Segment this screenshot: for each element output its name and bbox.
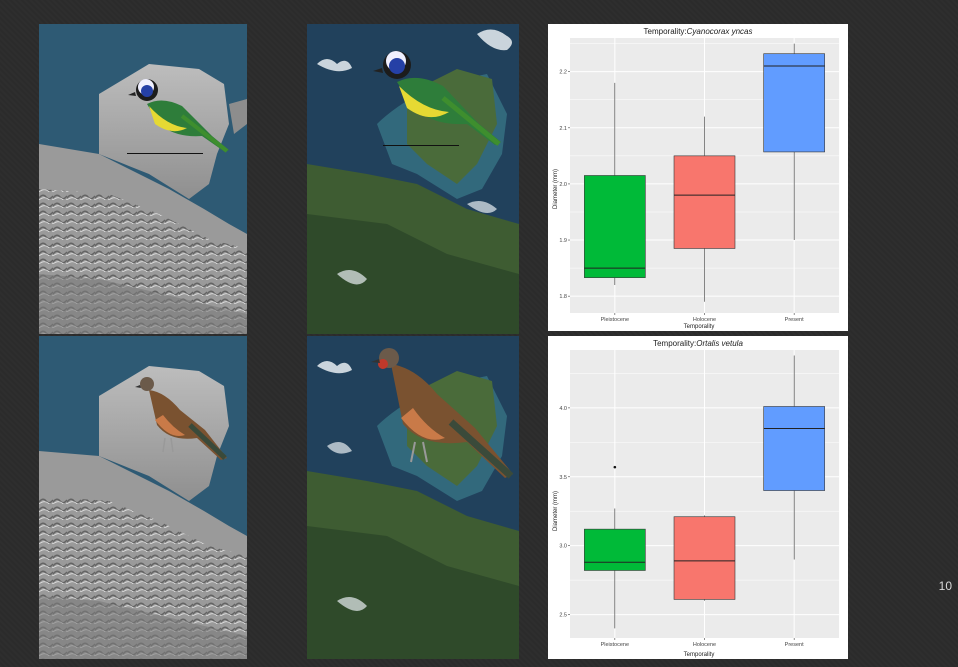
box-holocene: [673, 515, 736, 601]
box-body: [763, 406, 825, 491]
relief-map-bottom: [39, 336, 247, 659]
x-tick-label: Present: [785, 317, 804, 323]
plot-area: 1.8 1.9 2.0 2.1 2.2 Pleistocene Holocene Presen…: [559, 38, 839, 323]
chart-title-species: Ortalis vetula: [696, 339, 743, 348]
y-tick-label: 2.5: [559, 613, 567, 619]
chart-panel-top: 1.8 1.9 2.0 2.1 2.2 Pleistocene Holocene Presen…: [548, 24, 848, 331]
y-tick-label: 1.8: [559, 294, 567, 300]
green-jay-illustration: [128, 79, 229, 153]
satellite-map-top: [307, 24, 519, 334]
chart-title-prefix: Temporality:: [653, 339, 696, 348]
green-jay-illustration: [373, 51, 501, 146]
y-tick-label: 3.0: [559, 544, 567, 550]
x-tick-label: Pleistocene: [601, 317, 629, 323]
boxplot-ortalis: 2.5 3.0 3.5 4.0 Pleistocene Holocene Present T…: [553, 339, 839, 658]
box-body: [673, 516, 736, 600]
boxplot-cyanocorax: 1.8 1.9 2.0 2.1 2.2 Pleistocene Holocene Presen…: [553, 27, 839, 330]
x-axis-label: Temporality: [684, 652, 715, 658]
y-tick-label: 1.9: [559, 238, 567, 244]
x-tick-label: Holocene: [693, 317, 716, 323]
y-tick-label: 3.5: [559, 475, 567, 481]
relief-map-top-graphic: [39, 64, 247, 334]
y-axis-label: Diameter (mm): [553, 169, 559, 209]
page-number: 10: [938, 579, 952, 593]
x-tick-label: Pleistocene: [601, 642, 629, 648]
chart-title: Temporality:Ortalis vetula: [653, 339, 743, 348]
y-axis-label: Diameter (mm): [553, 491, 559, 531]
box-body: [584, 528, 646, 571]
y-tick-label: 2.1: [559, 126, 567, 132]
satellite-map-bottom: [307, 336, 519, 659]
scale-bar: [127, 153, 203, 154]
chart-panel-bottom: 2.5 3.0 3.5 4.0 Pleistocene Holocene Present T…: [548, 336, 848, 659]
y-tick-label: 2.2: [559, 70, 567, 76]
x-tick-label: Holocene: [693, 642, 716, 648]
y-tick-label: 2.0: [559, 182, 567, 188]
outlier-point: [613, 465, 617, 469]
x-axis-label: Temporality: [684, 324, 715, 330]
y-tick-label: 4.0: [559, 406, 567, 412]
box-body: [763, 53, 825, 153]
chachalaca-illustration: [371, 348, 514, 479]
plot-area: 2.5 3.0 3.5 4.0 Pleistocene Holocene Present: [559, 350, 839, 648]
relief-map-top: [39, 24, 247, 334]
chart-title-species: Cyanocorax yncas: [687, 27, 753, 36]
x-tick-label: Present: [785, 642, 804, 648]
chachalaca-illustration: [135, 377, 227, 460]
chart-title-prefix: Temporality:: [644, 27, 687, 36]
box-body: [673, 155, 736, 249]
scale-bar: [383, 145, 459, 146]
chart-title: Temporality:Cyanocorax yncas: [644, 27, 753, 36]
box-body: [584, 175, 646, 278]
